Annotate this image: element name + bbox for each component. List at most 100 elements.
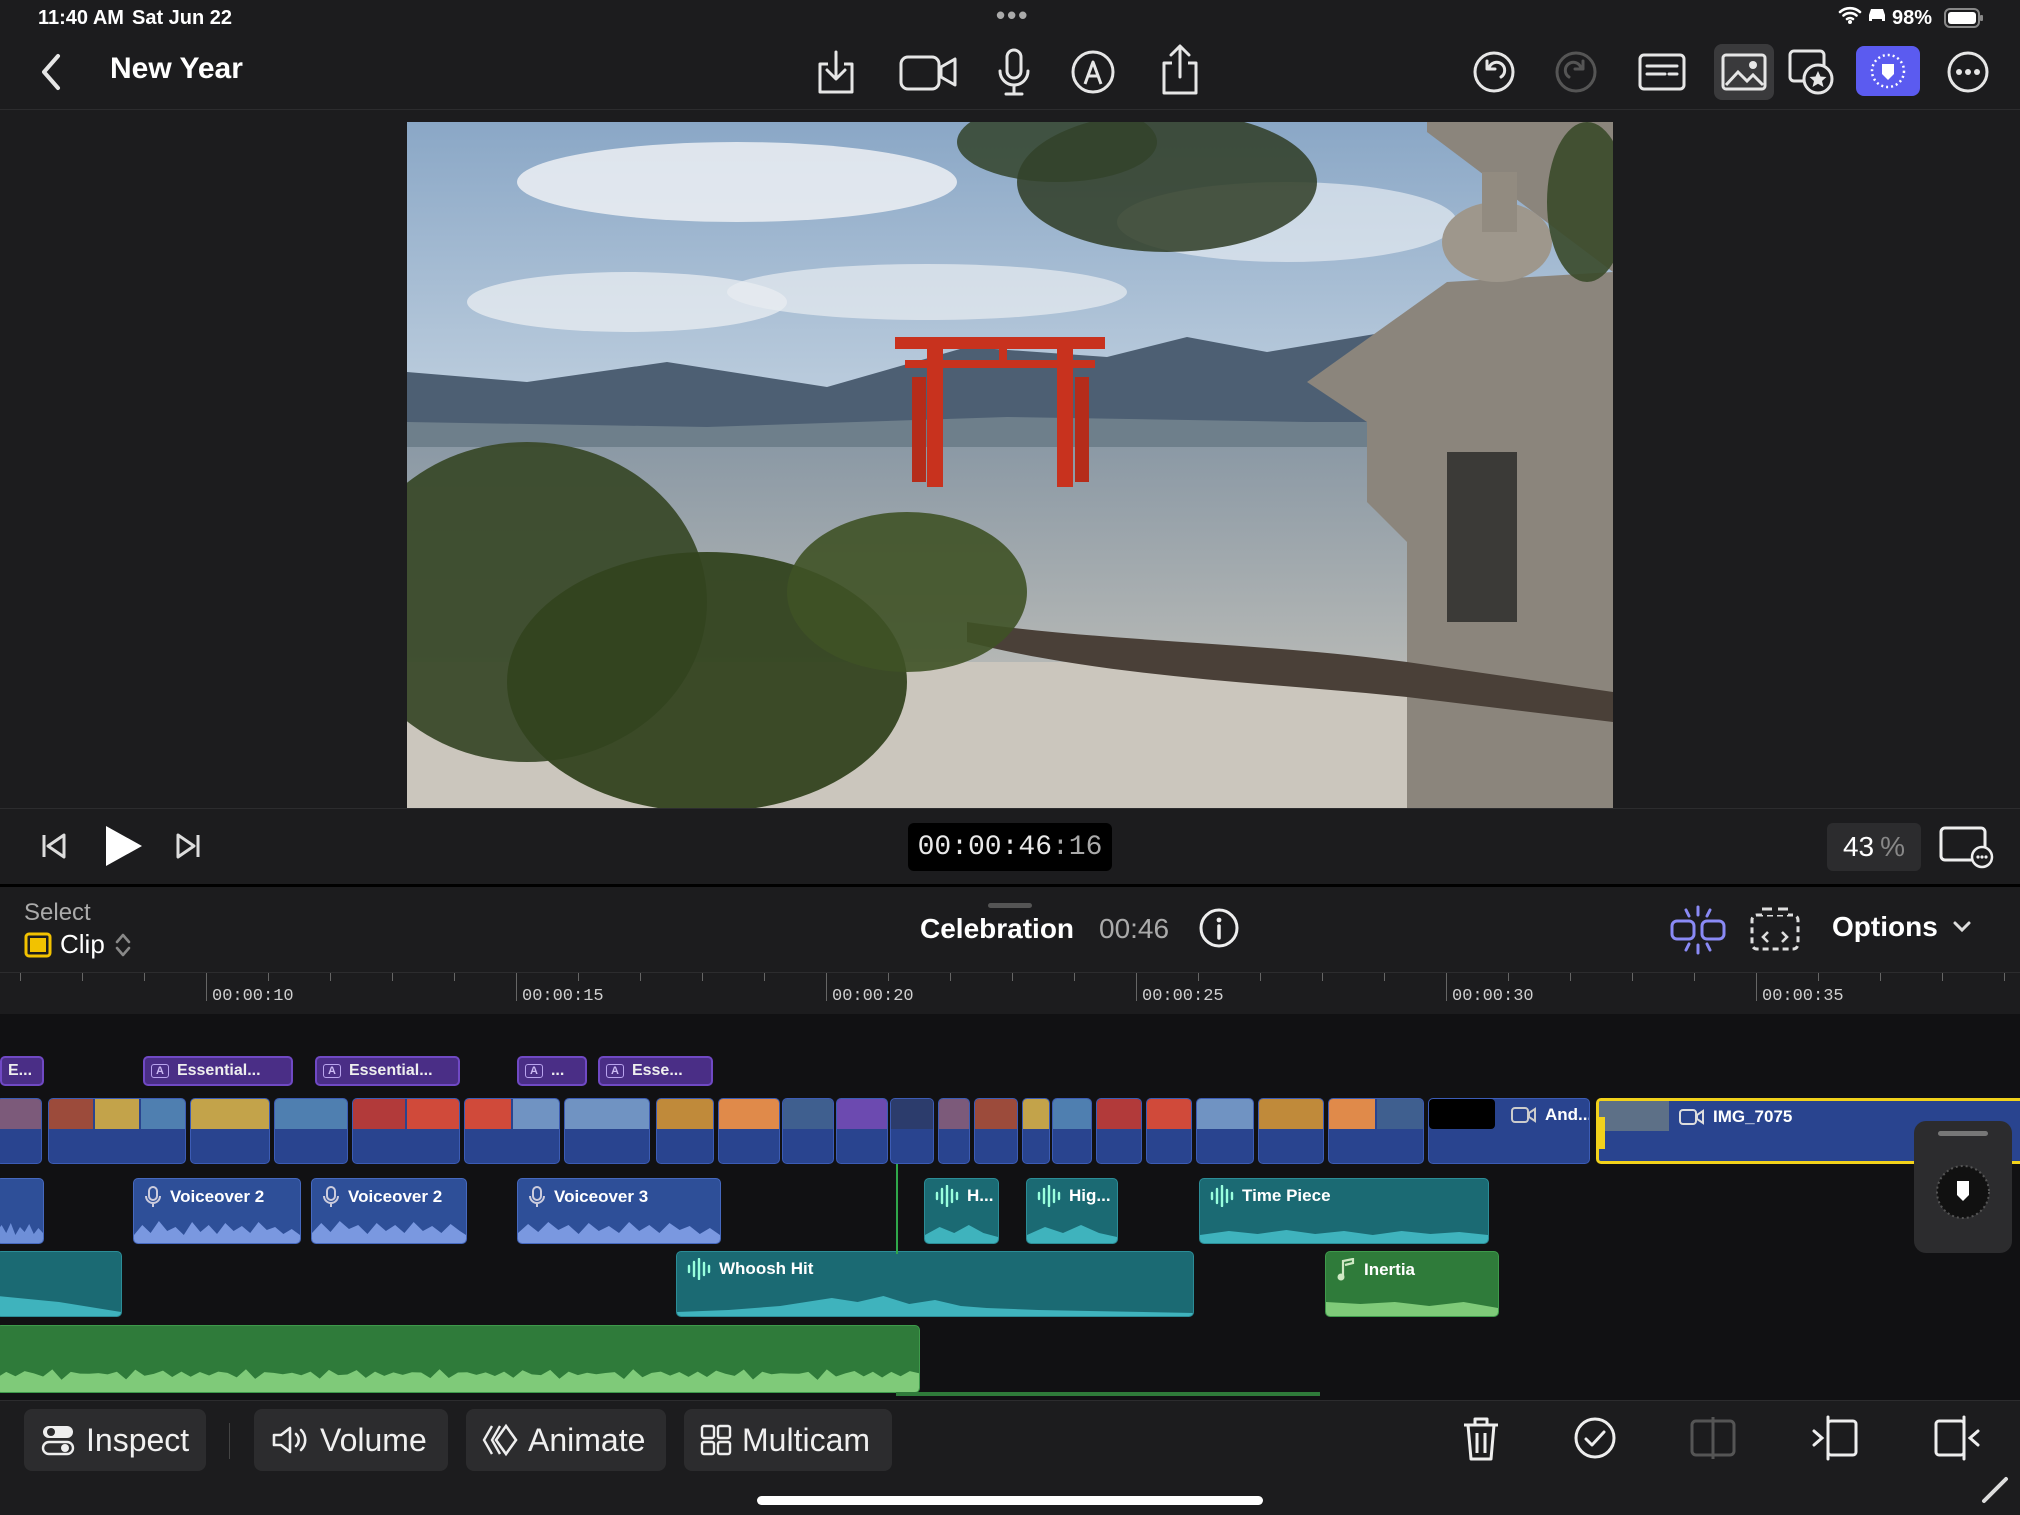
ruler-tick xyxy=(1570,973,1571,981)
selection-mode-picker[interactable]: Clip xyxy=(24,929,133,960)
video-clip[interactable] xyxy=(718,1098,780,1164)
volume-button[interactable]: Volume xyxy=(254,1409,448,1471)
resize-handle[interactable] xyxy=(988,903,1032,908)
video-clip[interactable] xyxy=(938,1098,970,1164)
favorites-icon[interactable] xyxy=(1780,40,1844,104)
video-clip[interactable] xyxy=(1328,1098,1424,1164)
multitasking-dots-icon[interactable]: ••• xyxy=(996,0,1029,31)
skip-forward-icon[interactable] xyxy=(172,831,202,866)
video-clip[interactable] xyxy=(190,1098,270,1164)
video-clip[interactable] xyxy=(1052,1098,1092,1164)
ruler-tick xyxy=(640,973,641,981)
timeline-tracks[interactable]: E... A Essential... A Essential... A... AE… xyxy=(0,1014,2020,1400)
audio-clip-label: Voiceover 3 xyxy=(528,1185,648,1209)
trim-start-icon[interactable] xyxy=(1810,1415,1860,1466)
resize-corner-icon[interactable] xyxy=(1980,1475,2010,1510)
back-chevron-icon[interactable] xyxy=(20,40,84,104)
video-clip[interactable] xyxy=(1096,1098,1142,1164)
sound-effect-clip[interactable]: H... xyxy=(924,1178,999,1244)
video-clip[interactable] xyxy=(274,1098,348,1164)
video-thumbnail xyxy=(939,1099,969,1129)
voiceover-clip[interactable]: Voiceover 3 xyxy=(517,1178,721,1244)
title-clip[interactable]: A Essential... xyxy=(315,1056,460,1086)
ruler-tick xyxy=(516,973,517,1001)
skip-back-icon[interactable] xyxy=(40,831,70,866)
captions-icon[interactable] xyxy=(1630,40,1694,104)
side-control-panel[interactable] xyxy=(1914,1121,2012,1253)
video-clip[interactable] xyxy=(1196,1098,1254,1164)
video-clip[interactable] xyxy=(0,1098,42,1164)
music-clip[interactable]: Inertia xyxy=(1325,1251,1499,1317)
video-icon xyxy=(1679,1109,1704,1125)
snapping-icon[interactable] xyxy=(1668,905,1728,960)
sound-effect-clip[interactable]: Hig... xyxy=(1026,1178,1118,1244)
transport-bar: 00:00:46:16 43 % xyxy=(0,808,2020,884)
video-clip[interactable] xyxy=(890,1098,934,1164)
trim-end-icon[interactable] xyxy=(1932,1415,1982,1466)
video-clip[interactable]: And... xyxy=(1428,1098,1590,1164)
sound-effect-clip[interactable] xyxy=(0,1251,122,1317)
video-clip[interactable] xyxy=(974,1098,1018,1164)
home-indicator[interactable] xyxy=(757,1496,1263,1505)
video-clip[interactable] xyxy=(656,1098,714,1164)
voiceover-clip[interactable]: Voiceover 2 xyxy=(311,1178,467,1244)
timeline-ruler[interactable]: 00:00:10 00:00:15 00:00:20 00:00:25 00:0… xyxy=(0,972,2020,1014)
camera-icon[interactable] xyxy=(893,40,963,104)
checkmark-circle-icon[interactable] xyxy=(1572,1415,1618,1466)
inspect-button[interactable]: Inspect xyxy=(24,1409,206,1471)
video-clip[interactable] xyxy=(564,1098,650,1164)
background-music-clip[interactable] xyxy=(0,1325,920,1393)
viewer-frame[interactable] xyxy=(407,122,1613,809)
video-clip[interactable] xyxy=(352,1098,460,1164)
pen-icon[interactable] xyxy=(1061,40,1125,104)
ruler-label: 00:00:15 xyxy=(522,987,604,1006)
inspector-toggle-icon[interactable] xyxy=(1856,46,1920,96)
waveform xyxy=(518,1222,720,1243)
split-icon[interactable] xyxy=(1688,1415,1738,1466)
multicam-button[interactable]: Multicam xyxy=(684,1409,892,1471)
import-icon[interactable] xyxy=(804,40,868,104)
viewer-options-icon[interactable] xyxy=(1938,825,1994,874)
animate-button[interactable]: Animate xyxy=(466,1409,666,1471)
ruler-tick xyxy=(1384,973,1385,981)
video-clip[interactable] xyxy=(48,1098,186,1164)
voiceover-clip[interactable]: Voiceover 2 xyxy=(133,1178,301,1244)
video-clip[interactable] xyxy=(1022,1098,1050,1164)
play-icon[interactable] xyxy=(102,823,144,874)
video-thumbnail xyxy=(465,1099,511,1129)
undo-icon[interactable] xyxy=(1462,40,1526,104)
microphone-icon[interactable] xyxy=(982,40,1046,104)
audio-clip-label: Time Piece xyxy=(1210,1185,1331,1207)
keyframe-icon xyxy=(482,1423,518,1457)
video-clip[interactable] xyxy=(782,1098,834,1164)
trim-handle[interactable] xyxy=(1599,1117,1605,1149)
video-clip[interactable] xyxy=(1258,1098,1324,1164)
video-clip[interactable] xyxy=(1146,1098,1192,1164)
title-clip[interactable]: A Esse... xyxy=(598,1056,713,1086)
info-icon[interactable] xyxy=(1198,907,1240,954)
audio-clip[interactable] xyxy=(0,1178,44,1244)
speaker-icon xyxy=(272,1426,307,1454)
timecode-display[interactable]: 00:00:46:16 xyxy=(908,823,1112,871)
title-clip[interactable]: A Essential... xyxy=(143,1056,293,1086)
jog-dial-icon[interactable] xyxy=(1934,1163,1992,1226)
share-icon[interactable] xyxy=(1148,38,1212,102)
panel-handle[interactable] xyxy=(1938,1131,1988,1136)
zoom-control[interactable]: 43 % xyxy=(1827,823,1921,871)
more-icon[interactable] xyxy=(1936,40,2000,104)
title-clip[interactable]: E... xyxy=(0,1056,44,1086)
sound-effect-clip[interactable]: Time Piece xyxy=(1199,1178,1489,1244)
sound-effect-clip[interactable]: Whoosh Hit xyxy=(676,1251,1194,1317)
video-thumbnail xyxy=(783,1099,833,1129)
options-menu[interactable]: Options xyxy=(1832,911,1972,943)
title-clip[interactable]: A... xyxy=(517,1056,587,1086)
video-clip[interactable] xyxy=(836,1098,888,1164)
photos-icon[interactable] xyxy=(1714,44,1774,100)
title-icon: A xyxy=(525,1064,543,1078)
video-clip[interactable] xyxy=(464,1098,560,1164)
ruler-tick xyxy=(82,973,83,981)
trash-icon[interactable] xyxy=(1460,1415,1502,1468)
redo-icon[interactable] xyxy=(1544,40,1608,104)
multicam-label: Multicam xyxy=(742,1421,871,1458)
skimming-icon[interactable] xyxy=(1748,905,1802,960)
